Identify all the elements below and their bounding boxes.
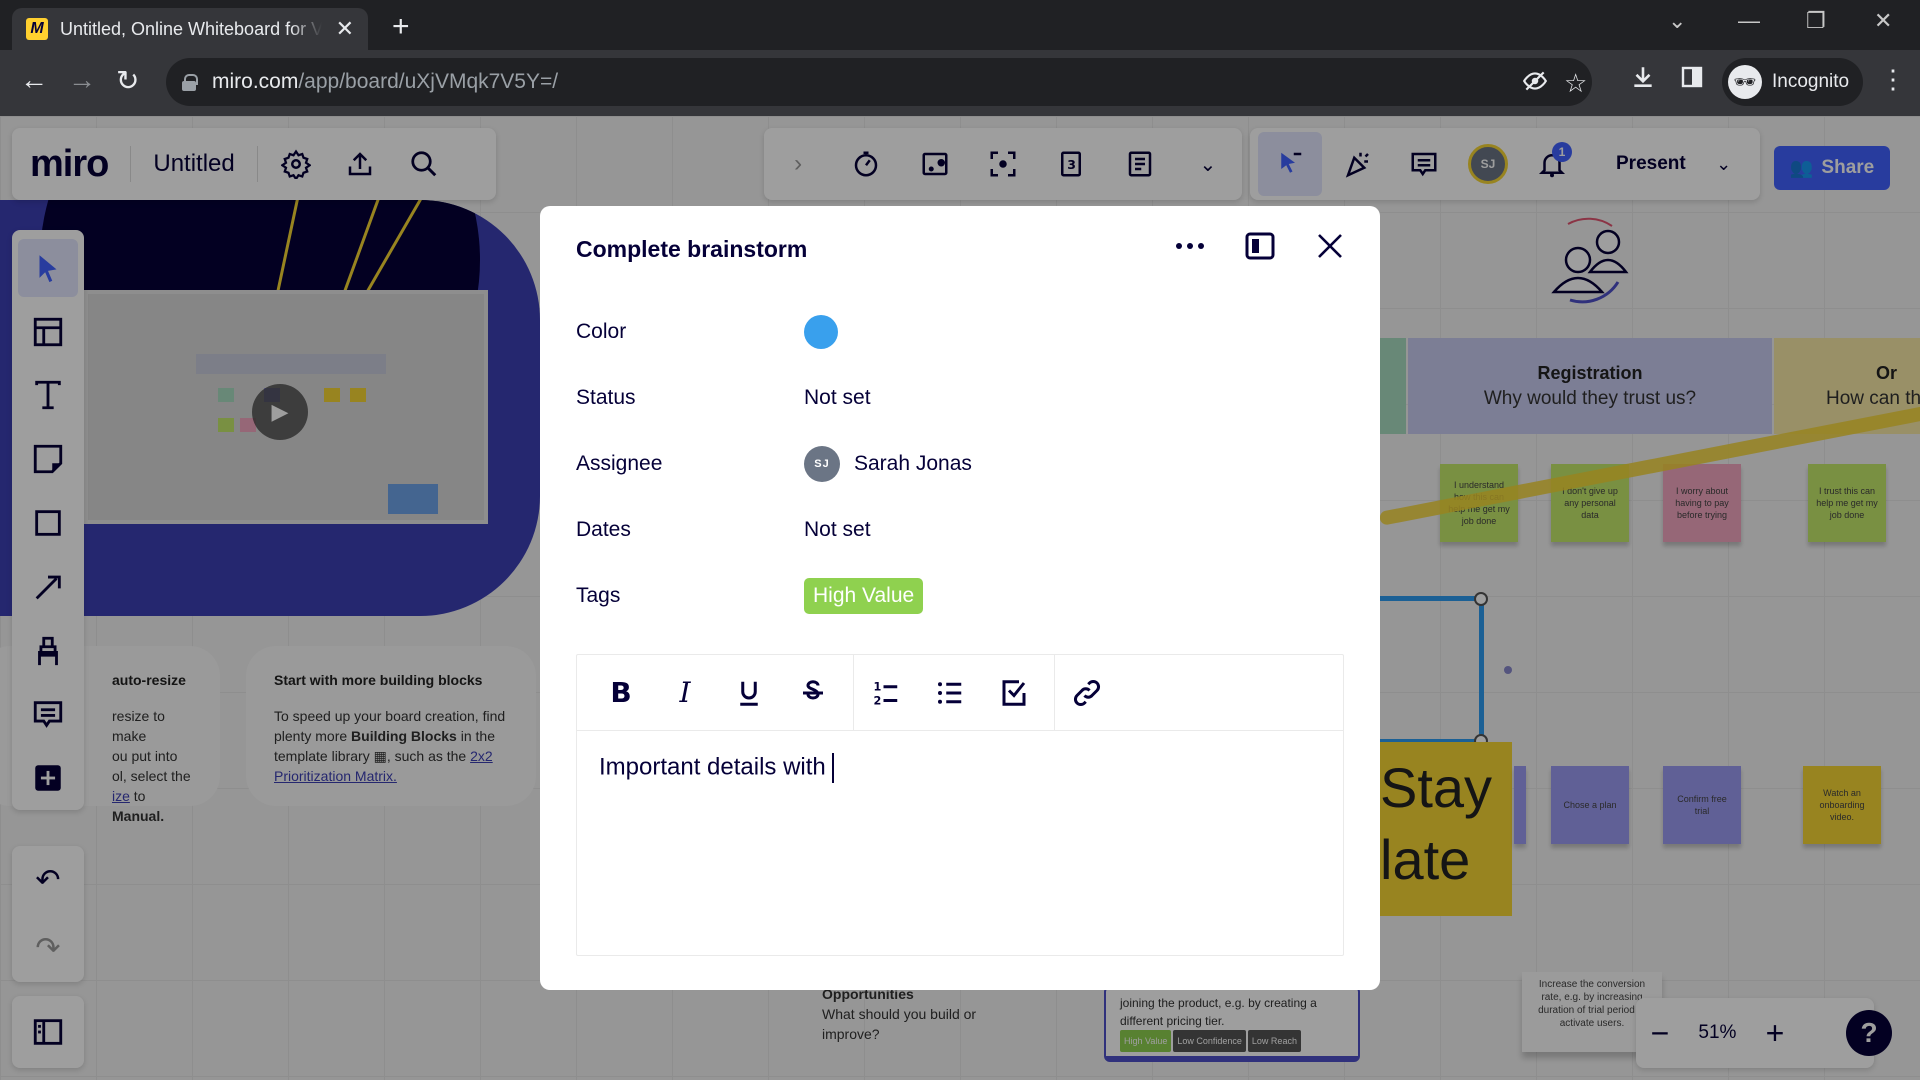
italic-icon[interactable]: I bbox=[653, 667, 717, 719]
bulleted-list-icon[interactable] bbox=[918, 667, 982, 719]
download-icon[interactable] bbox=[1630, 64, 1656, 97]
miro-favicon-icon: M bbox=[26, 18, 48, 40]
tag-chip[interactable]: High Value bbox=[804, 578, 924, 614]
assignee-avatar: SJ bbox=[804, 446, 840, 482]
incognito-label: Incognito bbox=[1772, 71, 1850, 92]
color-picker[interactable] bbox=[804, 315, 838, 349]
property-label: Status bbox=[576, 386, 636, 409]
tab-title: Untitled, Online Whiteboard for Visual C… bbox=[59, 18, 322, 39]
incognito-profile-button[interactable]: 🕶 Incognito bbox=[1722, 58, 1864, 106]
numbered-list-icon[interactable]: 12 bbox=[854, 667, 918, 719]
tags-value[interactable]: High Value bbox=[804, 578, 924, 614]
star-icon[interactable]: ☆ bbox=[1564, 68, 1587, 99]
color-swatch[interactable] bbox=[804, 315, 838, 349]
new-tab-button[interactable]: + bbox=[392, 10, 410, 44]
description-text: Important details with bbox=[599, 753, 826, 781]
tab-search-icon[interactable]: ⌄ bbox=[1668, 8, 1686, 34]
browser-tabstrip: M Untitled, Online Whiteboard for Visual… bbox=[0, 0, 1920, 50]
lock-icon[interactable] bbox=[182, 74, 198, 91]
property-row-dates: Dates Not set bbox=[576, 510, 1336, 550]
browser-tab-active[interactable]: M Untitled, Online Whiteboard for Visual… bbox=[12, 8, 368, 50]
assignee-name: Sarah Jonas bbox=[854, 452, 972, 475]
property-row-status: Status Not set bbox=[576, 378, 1336, 418]
more-options-icon[interactable] bbox=[1170, 226, 1210, 266]
back-icon[interactable]: ← bbox=[20, 64, 48, 96]
property-label: Color bbox=[576, 320, 627, 343]
forward-icon[interactable]: → bbox=[68, 64, 96, 96]
svg-text:1: 1 bbox=[874, 680, 882, 693]
editor-toolbar: B I 12 bbox=[577, 655, 1343, 731]
text-style-group: B I bbox=[589, 655, 854, 730]
url-host: miro.com bbox=[212, 70, 299, 93]
url-path: /app/board/uXjVMqk7V5Y=/ bbox=[298, 70, 559, 93]
status-value[interactable]: Not set bbox=[804, 386, 871, 410]
link-group bbox=[1055, 655, 1127, 730]
address-bar[interactable]: miro.com/app/board/uXjVMqk7V5Y=/ ☆ bbox=[166, 58, 1592, 106]
side-panel-icon[interactable] bbox=[1680, 64, 1704, 97]
svg-text:2: 2 bbox=[874, 694, 882, 707]
more-vert-icon[interactable]: ⋮ bbox=[1880, 64, 1906, 95]
close-icon[interactable] bbox=[1310, 226, 1350, 266]
restore-window-button[interactable]: ❐ bbox=[1806, 8, 1826, 34]
bold-icon[interactable]: B bbox=[589, 667, 653, 719]
modal-title[interactable]: Complete brainstorm bbox=[576, 236, 807, 263]
property-row-tags: Tags High Value bbox=[576, 576, 1336, 616]
card-details-modal: Complete brainstorm Color Status Not set… bbox=[540, 206, 1380, 990]
reload-icon[interactable]: ↻ bbox=[116, 64, 139, 97]
tab-close-icon[interactable]: ✕ bbox=[336, 16, 354, 42]
incognito-icon: 🕶 bbox=[1728, 65, 1762, 99]
list-group: 12 bbox=[854, 655, 1055, 730]
assignee-value[interactable]: SJ Sarah Jonas bbox=[804, 446, 972, 482]
link-icon[interactable] bbox=[1055, 667, 1119, 719]
property-label: Tags bbox=[576, 584, 621, 607]
property-label: Assignee bbox=[576, 452, 663, 475]
description-textarea[interactable]: Important details with bbox=[577, 731, 1343, 805]
property-row-color: Color bbox=[576, 312, 1336, 352]
side-panel-view-icon[interactable] bbox=[1240, 226, 1280, 266]
browser-toolbar: ← → ↻ miro.com/app/board/uXjVMqk7V5Y=/ ☆… bbox=[0, 50, 1920, 116]
underline-icon[interactable] bbox=[717, 667, 781, 719]
close-window-button[interactable]: ✕ bbox=[1874, 8, 1892, 34]
strikethrough-icon[interactable] bbox=[781, 667, 845, 719]
text-caret bbox=[831, 753, 834, 783]
property-label: Dates bbox=[576, 518, 631, 541]
dates-value[interactable]: Not set bbox=[804, 518, 871, 542]
checklist-icon[interactable] bbox=[982, 667, 1046, 719]
property-row-assignee: Assignee SJ Sarah Jonas bbox=[576, 444, 1336, 484]
minimize-window-button[interactable]: — bbox=[1738, 8, 1760, 34]
rich-text-editor: B I 12 Important details with bbox=[576, 654, 1344, 956]
eye-slash-icon[interactable] bbox=[1522, 68, 1548, 101]
